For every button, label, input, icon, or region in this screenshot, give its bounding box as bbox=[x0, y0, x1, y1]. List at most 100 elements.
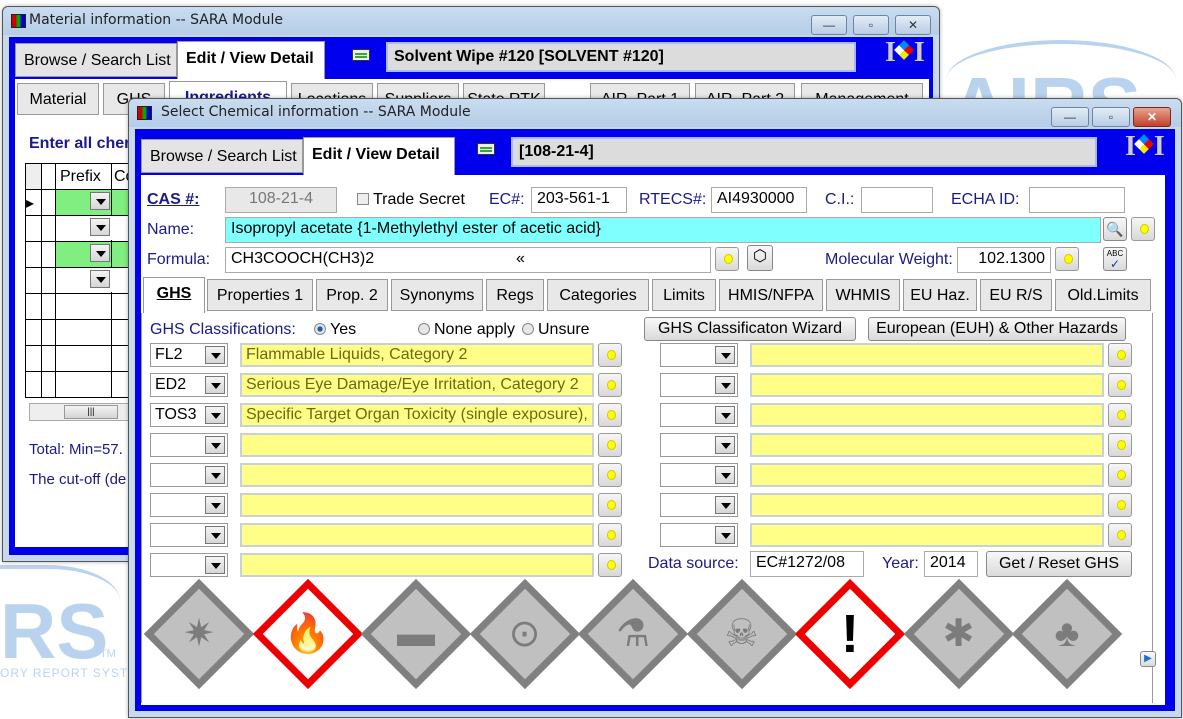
ghs-code-combo[interactable] bbox=[660, 463, 738, 487]
ci-field[interactable] bbox=[861, 187, 933, 213]
radio-none-apply[interactable]: None apply bbox=[418, 321, 515, 339]
ghs-classification-text[interactable]: Specific Target Organ Toxicity (single e… bbox=[240, 403, 594, 427]
hint-bulb-icon[interactable] bbox=[598, 523, 622, 547]
hint-bulb-icon[interactable] bbox=[1108, 493, 1132, 517]
spellcheck-icon[interactable]: ABC ✓ bbox=[1103, 247, 1127, 271]
hint-bulb-icon[interactable] bbox=[1108, 373, 1132, 397]
close-button[interactable]: ✕ bbox=[895, 15, 931, 35]
ghs-code-combo[interactable]: FL2 bbox=[150, 343, 228, 367]
subtab-prop-2[interactable]: Prop. 2 bbox=[316, 279, 388, 311]
ghs-classification-text[interactable] bbox=[750, 523, 1104, 547]
hint-bulb-icon[interactable] bbox=[598, 403, 622, 427]
ghs-code-combo[interactable] bbox=[150, 493, 228, 517]
ghs-classification-wizard-button[interactable]: GHS Classificaton Wizard bbox=[644, 317, 856, 341]
ghs-classification-text[interactable] bbox=[750, 493, 1104, 517]
checkbox-icon[interactable] bbox=[357, 193, 369, 205]
chevron-down-icon[interactable] bbox=[205, 496, 225, 514]
cas-label[interactable]: CAS #: bbox=[147, 191, 199, 209]
ghs-classification-text[interactable] bbox=[240, 463, 594, 487]
maximize-button[interactable]: ▫ bbox=[853, 15, 889, 35]
hint-bulb-icon[interactable] bbox=[598, 433, 622, 457]
get-reset-ghs-button[interactable]: Get / Reset GHS bbox=[986, 551, 1132, 577]
ghs-code-combo[interactable] bbox=[660, 433, 738, 457]
next-arrow-icon[interactable]: ▶ bbox=[1140, 651, 1156, 667]
front-title-bar[interactable]: Select Chemical information -- SARA Modu… bbox=[129, 99, 1181, 127]
hint-bulb-icon[interactable] bbox=[1131, 217, 1155, 241]
hint-bulb-icon[interactable] bbox=[598, 373, 622, 397]
subtab-ghs[interactable]: GHS bbox=[143, 277, 205, 313]
hint-bulb-icon[interactable] bbox=[1108, 433, 1132, 457]
subtab-limits[interactable]: Limits bbox=[652, 279, 716, 311]
chevron-down-icon[interactable] bbox=[205, 406, 225, 424]
data-source-field[interactable]: EC#1272/08 bbox=[750, 551, 864, 577]
chevron-down-icon[interactable] bbox=[205, 466, 225, 484]
hint-bulb-icon[interactable] bbox=[1108, 523, 1132, 547]
subtab-regs[interactable]: Regs bbox=[486, 279, 544, 311]
tab-edit-view-detail[interactable]: Edit / View Detail bbox=[303, 137, 455, 175]
search-icon[interactable]: 🔍 bbox=[1103, 217, 1127, 241]
hint-bulb-icon[interactable] bbox=[1108, 343, 1132, 367]
hint-bulb-icon[interactable] bbox=[598, 553, 622, 577]
ghs-classification-text[interactable]: Flammable Liquids, Category 2 bbox=[240, 343, 594, 367]
subtab-old-limits[interactable]: Old.Limits bbox=[1055, 279, 1151, 311]
ghs-classification-text[interactable] bbox=[240, 433, 594, 457]
ghs-classification-text[interactable] bbox=[750, 403, 1104, 427]
tab-edit-view-detail[interactable]: Edit / View Detail bbox=[177, 41, 325, 79]
chevron-down-icon[interactable] bbox=[205, 346, 225, 364]
chevron-down-icon[interactable] bbox=[205, 526, 225, 544]
hint-bulb-icon[interactable] bbox=[715, 247, 739, 271]
radio-yes[interactable]: Yes bbox=[314, 321, 356, 339]
ghs-classification-text[interactable] bbox=[240, 553, 594, 577]
chevron-down-icon[interactable] bbox=[715, 406, 735, 424]
ghs-code-combo[interactable] bbox=[660, 343, 738, 367]
hint-bulb-icon[interactable] bbox=[1055, 247, 1079, 271]
tab-browse-search-list[interactable]: Browse / Search List bbox=[141, 139, 303, 173]
ghs-classification-text[interactable]: Serious Eye Damage/Eye Irritation, Categ… bbox=[240, 373, 594, 397]
ghs-code-combo[interactable] bbox=[660, 373, 738, 397]
subtab-eu-rs[interactable]: EU R/S bbox=[980, 279, 1052, 311]
chevron-down-icon[interactable] bbox=[205, 376, 225, 394]
chevron-down-icon[interactable] bbox=[205, 436, 225, 454]
echa-id-field[interactable] bbox=[1029, 187, 1125, 213]
ghs-classification-text[interactable] bbox=[240, 493, 594, 517]
ghs-code-combo[interactable] bbox=[150, 553, 228, 577]
subtab-material[interactable]: Material bbox=[17, 83, 99, 115]
ghs-classification-text[interactable] bbox=[750, 463, 1104, 487]
subtab-eu-haz[interactable]: EU Haz. bbox=[903, 279, 977, 311]
ghs-classification-text[interactable] bbox=[750, 433, 1104, 457]
ghs-code-combo[interactable]: TOS3 bbox=[150, 403, 228, 427]
hint-bulb-icon[interactable] bbox=[1108, 463, 1132, 487]
molecular-weight-field[interactable]: 102.1300 bbox=[957, 247, 1051, 273]
ghs-code-combo[interactable] bbox=[660, 403, 738, 427]
year-field[interactable]: 2014 bbox=[924, 551, 978, 577]
hint-bulb-icon[interactable] bbox=[598, 463, 622, 487]
chevron-down-icon[interactable] bbox=[715, 376, 735, 394]
chevron-down-icon[interactable] bbox=[715, 346, 735, 364]
minimize-button[interactable]: — bbox=[1051, 107, 1089, 127]
column-header-prefix[interactable]: Prefix bbox=[55, 163, 112, 190]
ghs-code-combo[interactable] bbox=[150, 523, 228, 547]
back-title-bar[interactable]: Material information -- SARA Module — ▫ … bbox=[3, 7, 939, 35]
subtab-hmis-nfpa[interactable]: HMIS/NFPA bbox=[719, 279, 823, 311]
hint-bulb-icon[interactable] bbox=[598, 343, 622, 367]
subtab-properties-1[interactable]: Properties 1 bbox=[207, 279, 313, 311]
scrollbar-thumb[interactable]: ||| bbox=[64, 405, 118, 419]
rtecs-number-field[interactable]: AI4930000 bbox=[711, 187, 807, 213]
trade-secret-checkbox[interactable]: Trade Secret bbox=[357, 191, 465, 209]
subtab-synonyms[interactable]: Synonyms bbox=[391, 279, 483, 311]
chevron-down-icon[interactable] bbox=[205, 556, 225, 574]
ghs-code-combo[interactable] bbox=[150, 463, 228, 487]
formula-field[interactable]: CH3COOCH(CH3)2 « bbox=[225, 247, 711, 273]
hint-bulb-icon[interactable] bbox=[598, 493, 622, 517]
chevron-down-icon[interactable] bbox=[715, 436, 735, 454]
ghs-code-combo[interactable] bbox=[660, 523, 738, 547]
hint-bulb-icon[interactable] bbox=[1108, 403, 1132, 427]
cas-number-field[interactable]: 108-21-4 bbox=[225, 187, 337, 213]
close-button[interactable]: ✕ bbox=[1133, 107, 1171, 127]
subtab-categories[interactable]: Categories bbox=[547, 279, 649, 311]
chevron-down-icon[interactable] bbox=[715, 466, 735, 484]
ghs-code-combo[interactable] bbox=[660, 493, 738, 517]
minimize-button[interactable]: — bbox=[811, 15, 847, 35]
ghs-code-combo[interactable] bbox=[150, 433, 228, 457]
ghs-code-combo[interactable]: ED2 bbox=[150, 373, 228, 397]
